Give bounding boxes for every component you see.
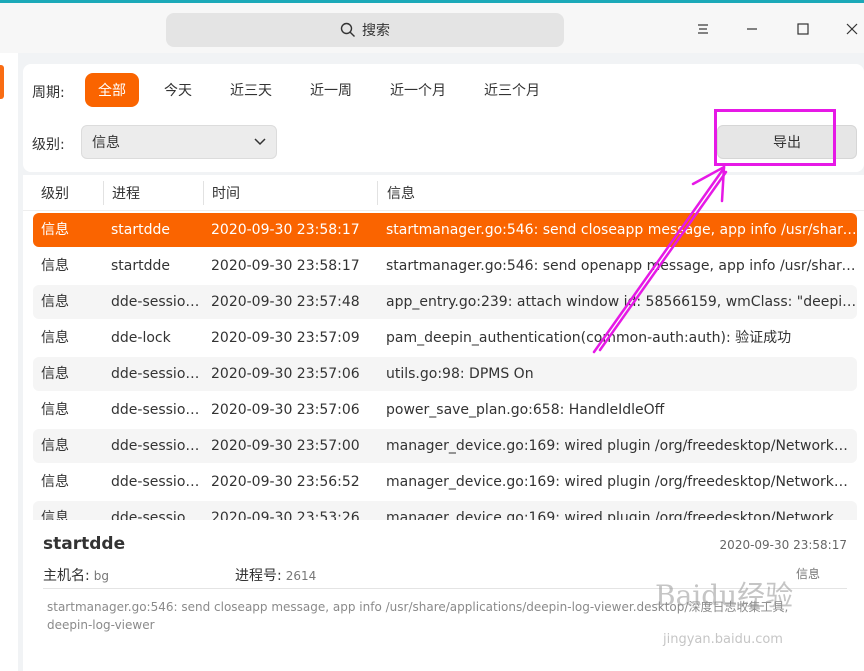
watermark: Baidu经验 jingyan.baidu.com xyxy=(655,574,825,654)
cell-message: pam_deepin_authentication(common-auth:au… xyxy=(386,330,792,346)
cell-message: startmanager.go:546: send closeapp messa… xyxy=(386,222,857,238)
period-3months-button[interactable]: 近三个月 xyxy=(476,73,548,107)
table-header: 级别 进程 时间 信息 xyxy=(23,175,864,211)
header-divider xyxy=(377,181,378,205)
watermark-url: jingyan.baidu.com xyxy=(663,632,783,647)
level-label: 级别: xyxy=(32,137,65,153)
search-input[interactable]: 搜索 xyxy=(166,13,564,47)
detail-host-label: 主机名: xyxy=(43,568,90,584)
cell-time: 2020-09-30 23:58:17 xyxy=(211,258,360,274)
detail-host-value: bg xyxy=(93,569,109,583)
cell-time: 2020-09-30 23:57:09 xyxy=(211,330,360,346)
watermark-logo: Baidu经验 xyxy=(655,579,794,612)
sidebar xyxy=(0,53,18,671)
sidebar-selected-indicator[interactable] xyxy=(0,65,4,99)
detail-host: 主机名: bg xyxy=(43,565,109,585)
header-divider xyxy=(203,181,204,205)
cell-process: dde-lock xyxy=(111,330,171,346)
detail-process: startdde xyxy=(43,534,126,554)
menu-icon[interactable] xyxy=(691,17,715,41)
cell-message: manager_device.go:169: wired plugin /org… xyxy=(386,438,857,454)
cell-level: 信息 xyxy=(41,366,69,382)
cell-process: dde-session-daemon xyxy=(111,510,201,520)
header-time[interactable]: 时间 xyxy=(212,175,240,211)
period-3days-button[interactable]: 近三天 xyxy=(222,73,280,107)
cell-message: app_entry.go:239: attach window id: 5856… xyxy=(386,294,857,310)
cell-process: dde-session-daemon xyxy=(111,402,201,418)
maximize-icon[interactable] xyxy=(791,17,815,41)
cell-time: 2020-09-30 23:57:06 xyxy=(211,402,360,418)
search-icon xyxy=(340,22,355,37)
log-table: 级别 进程 时间 信息 信息 startdde 2020-09-30 23:58… xyxy=(23,175,864,520)
minimize-button[interactable] xyxy=(740,17,764,41)
period-week-button[interactable]: 近一周 xyxy=(302,73,360,107)
table-row[interactable]: 信息 startdde 2020-09-30 23:58:17 startman… xyxy=(33,213,857,247)
cell-level: 信息 xyxy=(41,330,69,346)
table-row[interactable]: 信息 dde-session-daemon 2020-09-30 23:57:4… xyxy=(33,285,857,319)
detail-pid: 进程号: 2614 xyxy=(235,565,316,585)
table-row[interactable]: 信息 dde-session-daemon 2020-09-30 23:57:0… xyxy=(33,393,857,427)
table-row[interactable]: 信息 dde-session-daemon 2020-09-30 23:56:5… xyxy=(33,465,857,499)
cell-time: 2020-09-30 23:53:26 xyxy=(211,510,360,520)
period-month-button[interactable]: 近一个月 xyxy=(382,73,454,107)
annotation-highlight-box xyxy=(714,109,836,166)
chevron-down-icon xyxy=(254,138,266,146)
cell-message: power_save_plan.go:658: HandleIdleOff xyxy=(386,402,665,418)
cell-message: utils.go:98: DPMS On xyxy=(386,366,534,382)
table-row[interactable]: 信息 dde-session-daemon 2020-09-30 23:53:2… xyxy=(33,501,857,520)
cell-time: 2020-09-30 23:56:52 xyxy=(211,474,360,490)
detail-pid-value: 2614 xyxy=(285,569,317,583)
cell-process: dde-session-daemon xyxy=(111,438,201,454)
cell-message: manager_device.go:169: wired plugin /org… xyxy=(386,474,857,490)
cell-level: 信息 xyxy=(41,474,69,490)
period-all-button[interactable]: 全部 xyxy=(85,73,139,107)
table-row[interactable]: 信息 dde-session-daemon 2020-09-30 23:57:0… xyxy=(33,357,857,391)
cell-process: startdde xyxy=(111,222,170,238)
detail-time: 2020-09-30 23:58:17 xyxy=(719,538,847,552)
header-process[interactable]: 进程 xyxy=(112,175,140,211)
cell-process: dde-session-daemon xyxy=(111,294,201,310)
cell-process: dde-session-daemon xyxy=(111,366,201,382)
close-icon[interactable] xyxy=(840,17,864,41)
table-row[interactable]: 信息 dde-session-daemon 2020-09-30 23:57:0… xyxy=(33,429,857,463)
cell-level: 信息 xyxy=(41,222,69,238)
header-message[interactable]: 信息 xyxy=(387,175,415,211)
search-placeholder: 搜索 xyxy=(362,23,390,39)
period-label: 周期: xyxy=(32,85,65,101)
detail-pid-label: 进程号: xyxy=(235,568,282,584)
cell-process: startdde xyxy=(111,258,170,274)
cell-level: 信息 xyxy=(41,402,69,418)
cell-time: 2020-09-30 23:58:17 xyxy=(211,222,360,238)
table-row[interactable]: 信息 startdde 2020-09-30 23:58:17 startman… xyxy=(33,249,857,283)
level-select-value: 信息 xyxy=(92,135,120,151)
titlebar: 搜索 xyxy=(0,3,864,53)
cell-level: 信息 xyxy=(41,258,69,274)
table-row[interactable]: 信息 dde-lock 2020-09-30 23:57:09 pam_deep… xyxy=(33,321,857,355)
cell-time: 2020-09-30 23:57:06 xyxy=(211,366,360,382)
cell-message: manager_device.go:169: wired plugin /org… xyxy=(386,510,857,520)
cell-level: 信息 xyxy=(41,294,69,310)
period-today-button[interactable]: 今天 xyxy=(154,73,202,107)
cell-time: 2020-09-30 23:57:00 xyxy=(211,438,360,454)
header-divider xyxy=(103,181,104,205)
cell-level: 信息 xyxy=(41,438,69,454)
cell-process: dde-session-daemon xyxy=(111,474,201,490)
header-level[interactable]: 级别 xyxy=(41,175,69,211)
cell-level: 信息 xyxy=(41,510,69,520)
cell-time: 2020-09-30 23:57:48 xyxy=(211,294,360,310)
cell-message: startmanager.go:546: send openapp messag… xyxy=(386,258,857,274)
level-select[interactable]: 信息 xyxy=(81,125,277,159)
